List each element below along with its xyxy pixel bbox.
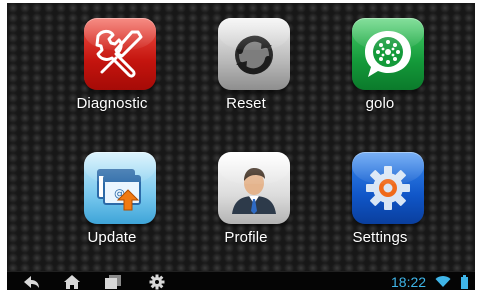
recent-apps-icon[interactable] — [103, 274, 123, 290]
status-clock: 18:22 — [391, 274, 427, 290]
app-profile[interactable]: Profile — [187, 137, 305, 257]
app-golo[interactable]: golo — [321, 3, 439, 123]
settings-icon[interactable] — [147, 274, 167, 290]
app-update[interactable]: @ Update — [53, 137, 171, 257]
app-label: Settings — [352, 229, 408, 246]
app-label: golo — [365, 95, 395, 112]
app-settings[interactable]: Settings — [321, 137, 439, 257]
back-icon[interactable] — [21, 274, 41, 290]
home-screen: Diagnostic Reset golo @ Update Profile S… — [7, 3, 475, 290]
golo-icon — [352, 18, 424, 90]
app-label: Profile — [224, 229, 268, 246]
reset-icon — [218, 18, 290, 90]
app-reset[interactable]: Reset — [187, 3, 305, 123]
app-grid: Diagnostic Reset golo @ Update Profile S… — [7, 3, 475, 271]
device-frame: Diagnostic Reset golo @ Update Profile S… — [0, 0, 477, 290]
app-label: Diagnostic — [76, 95, 148, 112]
app-label: Update — [87, 229, 137, 246]
battery-icon — [461, 275, 468, 289]
wrench-icon — [84, 18, 156, 90]
settings-gear-icon — [352, 152, 424, 224]
wifi-icon — [435, 275, 451, 288]
app-label: Reset — [226, 95, 266, 112]
home-icon[interactable] — [62, 274, 82, 290]
profile-icon — [218, 152, 290, 224]
app-diagnostic[interactable]: Diagnostic — [53, 3, 171, 123]
update-icon: @ — [84, 152, 156, 224]
system-navigation-bar: 18:22 — [7, 271, 475, 290]
